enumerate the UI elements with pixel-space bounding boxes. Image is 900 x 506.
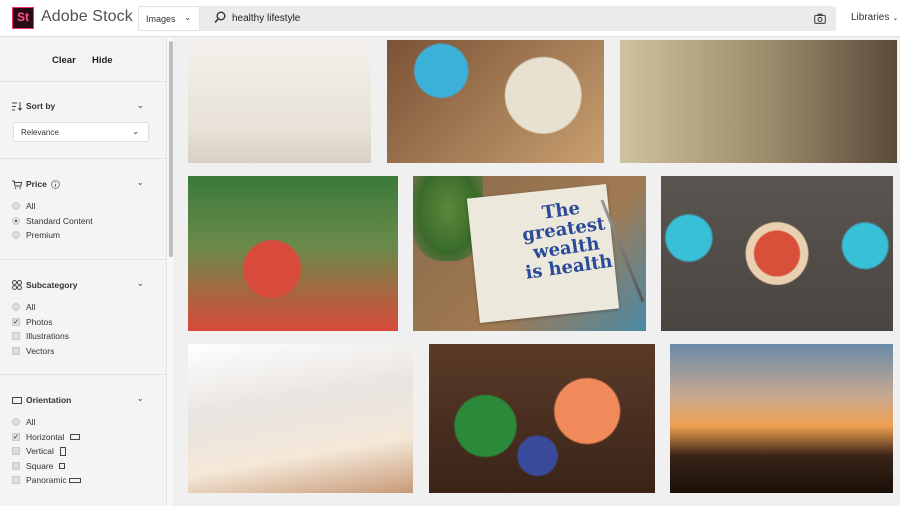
option-label: All bbox=[26, 201, 36, 211]
orientation-option-panoramic[interactable]: Panoramic bbox=[12, 475, 81, 485]
checkbox-checked[interactable]: ✓ bbox=[12, 318, 20, 326]
option-label: Standard Content bbox=[26, 216, 93, 226]
checkbox[interactable] bbox=[12, 462, 20, 470]
checkbox[interactable] bbox=[12, 447, 20, 455]
result-image-woman-eating-salad[interactable] bbox=[188, 40, 371, 163]
sort-value: Relevance bbox=[21, 128, 59, 137]
option-label: Vectors bbox=[26, 346, 55, 356]
orientation-option-all[interactable]: All bbox=[12, 417, 35, 427]
grid-icon bbox=[12, 280, 22, 290]
sort-header[interactable]: Sort by bbox=[12, 101, 55, 111]
panoramic-icon bbox=[68, 477, 81, 483]
napkin-caption: The greatest wealth is health bbox=[500, 193, 629, 285]
checkbox-checked[interactable]: ✓ bbox=[12, 433, 20, 441]
camera-icon[interactable] bbox=[814, 13, 826, 24]
radio-button-selected[interactable] bbox=[12, 217, 20, 225]
subcategory-option-photos[interactable]: ✓ Photos bbox=[12, 317, 52, 327]
subcategory-option-illustrations[interactable]: Illustrations bbox=[12, 331, 69, 341]
asset-type-value: Images bbox=[146, 14, 176, 24]
chevron-down-icon: ⌄ bbox=[132, 127, 139, 136]
top-bar: St Adobe Stock Images ⌄ Libraries⌄ bbox=[0, 0, 900, 37]
libraries-menu[interactable]: Libraries ⌄ bbox=[851, 12, 898, 23]
scrollbar-thumb[interactable] bbox=[169, 41, 173, 257]
search-icon[interactable] bbox=[214, 11, 226, 25]
subcategory-option-all[interactable]: All bbox=[12, 302, 35, 312]
chevron-down-icon[interactable]: ⌄ bbox=[136, 177, 144, 188]
result-image-dumbbells-meal-prep[interactable] bbox=[387, 40, 604, 163]
checkbox[interactable] bbox=[12, 347, 20, 355]
orientation-section: Orientation ⌄ All ✓ Horizontal Vertical S… bbox=[0, 375, 166, 505]
price-option-standard[interactable]: Standard Content bbox=[12, 216, 93, 226]
option-label: Premium bbox=[26, 230, 61, 240]
radio-button[interactable] bbox=[12, 202, 20, 210]
radio-button[interactable] bbox=[12, 418, 20, 426]
brand-name[interactable]: Adobe Stock bbox=[41, 8, 133, 26]
radio-button[interactable] bbox=[12, 231, 20, 239]
option-label: All bbox=[26, 302, 36, 312]
subcategory-option-vectors[interactable]: Vectors bbox=[12, 346, 54, 356]
option-label: Illustrations bbox=[26, 331, 69, 341]
result-image-heart-bowl-sneakers[interactable] bbox=[661, 176, 893, 331]
orientation-option-horizontal[interactable]: ✓ Horizontal bbox=[12, 432, 81, 442]
orientation-icon bbox=[12, 396, 22, 404]
info-icon[interactable] bbox=[50, 179, 60, 189]
radio-button[interactable] bbox=[12, 303, 20, 311]
libraries-label: Libraries bbox=[851, 12, 890, 23]
chevron-down-icon[interactable]: ⌄ bbox=[136, 100, 144, 111]
clear-filters-button[interactable]: Clear bbox=[52, 55, 76, 66]
search-input[interactable] bbox=[232, 6, 792, 31]
subcategory-section: Subcategory ⌄ All ✓ Photos Illustrations … bbox=[0, 260, 166, 375]
option-label: Panoramic bbox=[26, 475, 67, 485]
sort-select[interactable]: Relevance ⌄ bbox=[13, 122, 149, 142]
sort-icon bbox=[12, 101, 22, 111]
option-label: Photos bbox=[26, 317, 53, 327]
orientation-header[interactable]: Orientation bbox=[12, 395, 71, 405]
square-icon bbox=[59, 463, 66, 469]
chevron-down-icon: ⌄ bbox=[892, 15, 899, 22]
checkbox[interactable] bbox=[12, 476, 20, 484]
price-title: Price bbox=[26, 179, 47, 189]
result-image-runner-checking-watch[interactable] bbox=[620, 40, 897, 163]
orientation-title: Orientation bbox=[26, 395, 72, 405]
price-option-premium[interactable]: Premium bbox=[12, 230, 60, 240]
result-image-woman-sunset-hilltop[interactable] bbox=[670, 344, 893, 493]
chevron-down-icon[interactable]: ⌄ bbox=[136, 278, 144, 289]
search-bar bbox=[200, 6, 836, 31]
hide-filters-button[interactable]: Hide bbox=[92, 55, 113, 66]
filter-sidebar: Clear Hide Sort by ⌄ Relevance ⌄ Price ⌄… bbox=[0, 38, 167, 506]
chevron-down-icon[interactable]: ⌄ bbox=[136, 393, 144, 404]
subcategory-title: Subcategory bbox=[26, 280, 78, 290]
option-label: Square bbox=[26, 461, 54, 471]
price-section: Price ⌄ All Standard Content Premium bbox=[0, 159, 166, 260]
horizontal-icon bbox=[70, 434, 81, 440]
price-option-all[interactable]: All bbox=[12, 201, 35, 211]
result-image-greatest-wealth-is-health[interactable]: The greatest wealth is health bbox=[413, 176, 646, 331]
chevron-down-icon: ⌄ bbox=[184, 13, 191, 22]
adobe-stock-logo[interactable]: St bbox=[12, 7, 34, 29]
sidebar-scrollbar[interactable] bbox=[167, 38, 175, 506]
option-label: All bbox=[26, 417, 36, 427]
sort-section: Sort by ⌄ Relevance ⌄ bbox=[0, 82, 166, 159]
orientation-option-square[interactable]: Square bbox=[12, 461, 66, 471]
result-image-climbing-stairs[interactable] bbox=[188, 344, 413, 493]
option-label: Horizontal bbox=[26, 432, 65, 442]
asset-type-select[interactable]: Images ⌄ bbox=[138, 6, 200, 31]
filter-actions: Clear Hide bbox=[0, 38, 166, 82]
sort-title: Sort by bbox=[26, 101, 56, 111]
cart-icon bbox=[12, 180, 22, 189]
subcategory-header[interactable]: Subcategory bbox=[12, 280, 78, 290]
vertical-icon bbox=[59, 446, 66, 456]
orientation-option-vertical[interactable]: Vertical bbox=[12, 446, 66, 456]
checkbox[interactable] bbox=[12, 332, 20, 340]
price-header[interactable]: Price bbox=[12, 179, 60, 189]
option-label: Vertical bbox=[26, 446, 54, 456]
result-image-healthy-food-spread[interactable] bbox=[429, 344, 655, 493]
result-image-woman-vegetable-market[interactable] bbox=[188, 176, 398, 331]
